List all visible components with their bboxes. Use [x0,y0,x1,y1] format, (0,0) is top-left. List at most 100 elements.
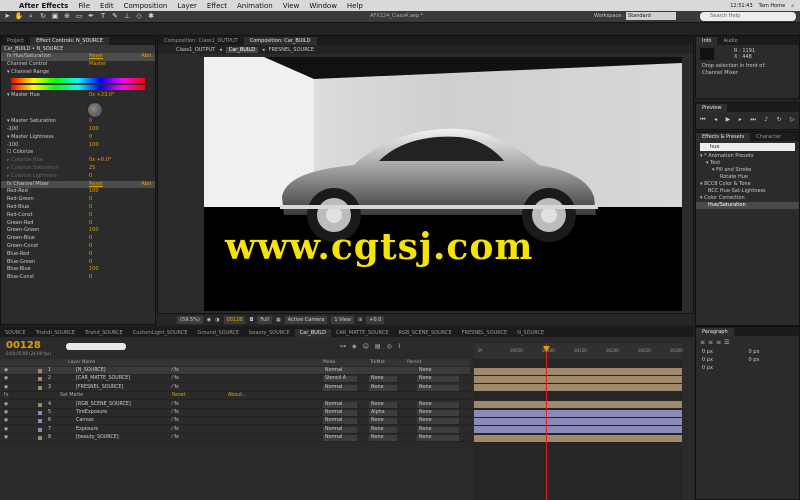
hue-dial[interactable] [87,102,103,119]
timeline-search-input[interactable] [66,343,126,350]
menu-effect[interactable]: Effect [202,2,232,10]
property-value[interactable]: 0 [89,220,92,228]
layer-name[interactable]: [beauty_SOURCE] [76,434,119,442]
property-value[interactable]: 0 [89,118,92,126]
timeline-tab[interactable]: SOURCE [0,329,31,337]
tab-effects-presets[interactable]: Effects & Presets [696,133,751,141]
layer-duration-bar[interactable] [474,426,682,434]
layer-row[interactable]: ◉ 3 [FRESNEL_SOURCE] ⁄ fx Normal None None [0,384,470,392]
playhead[interactable] [546,343,547,500]
property-value[interactable]: 100 [89,227,99,235]
timeline-tab[interactable]: Trishdi_SOURCE [31,329,80,337]
eye-icon[interactable]: ◉ [4,367,8,375]
layer-mode-select[interactable]: Normal [323,435,357,442]
menu-app-name[interactable]: After Effects [14,2,73,10]
property-value[interactable]: 0x +23.0° [89,92,115,100]
eye-icon[interactable]: ◉ [4,375,8,383]
draft-3d-icon[interactable]: ◈ [352,343,357,350]
layer-name[interactable]: [N_SOURCE] [76,367,106,375]
label-color-swatch[interactable] [38,369,42,373]
effect-property-row[interactable]: fx Channel Mixer Reset Abo [1,180,155,189]
reset-link[interactable]: Reset [172,392,185,400]
space-after-field[interactable]: 0 px [749,357,794,363]
property-value[interactable]: 100 [89,188,99,196]
eye-icon[interactable]: ◉ [4,384,8,392]
align-left-icon[interactable]: ≡ [700,339,705,346]
about-link[interactable]: About... [228,392,247,400]
effect-property-row[interactable]: -100 100 [1,142,155,150]
space-before-field[interactable]: 0 px [702,357,747,363]
timeline-tab[interactable]: Trishd_SOURCE [80,329,128,337]
property-value[interactable]: Master [89,61,106,69]
effects-tree-item[interactable]: ▾ Color Correction [696,195,799,202]
property-value[interactable]: 0 [89,274,92,282]
loop-icon[interactable]: ↻ [777,116,782,124]
tab-project[interactable]: Project [1,37,30,45]
view-layout-select[interactable]: 1 View [331,315,355,324]
eraser-tool-icon[interactable]: ◇ [134,12,144,21]
effects-tree-item[interactable]: BCC Hue-Sat-Lightness [696,188,799,195]
justify-icon[interactable]: ☰ [724,339,729,346]
property-value[interactable]: 0 [89,196,92,204]
label-color-swatch[interactable] [38,385,42,390]
workspace-select[interactable]: Standard [626,12,677,20]
layer-parent-select[interactable]: None [417,426,459,433]
layer-trkmat-select[interactable]: None [369,401,397,408]
tab-character[interactable]: Character [750,133,787,141]
selection-tool-icon[interactable]: ➤ [2,12,12,21]
layer-row[interactable]: ◉ 4 [RGB_SCENE_SOURCE] ⁄ fx Normal None None [0,401,470,409]
layer-name[interactable]: [RGB_SCENE_SOURCE] [76,401,131,409]
layer-mode-select[interactable]: Normal [323,401,357,408]
layer-trkmat-select[interactable]: None [369,426,397,433]
reset-link[interactable]: Reset [89,53,103,61]
effects-tree-item[interactable]: Rotate Hue [696,174,799,181]
effect-property-row[interactable]: Red-Green 0 [1,196,155,204]
effects-tree-item[interactable]: ▾ Fill and Stroke [696,167,799,174]
effect-property-row[interactable]: Green-Blue 0 [1,235,155,243]
layer-row[interactable]: ◉ 7 Exposure ⁄ fx Normal None None [0,426,470,434]
brush-tool-icon[interactable]: ✎ [110,12,120,21]
exposure-value[interactable]: +0.0 [366,315,385,324]
composition-viewer[interactable] [204,57,682,311]
layer-name[interactable]: TireExposure [76,409,107,417]
property-value[interactable]: 0x +0.0° [89,157,111,165]
label-color-swatch[interactable] [38,427,42,432]
layer-trkmat-select[interactable]: Alpha [369,410,397,416]
layer-duration-bar[interactable] [474,375,682,383]
layer-duration-bar[interactable] [474,401,682,409]
effect-property-row[interactable]: ▾ Master Lightness 0 [1,134,155,142]
effect-property-row[interactable]: Red-Red 100 [1,188,155,196]
layer-row[interactable]: ◉ 1 [N_SOURCE] ⁄ fx Normal None [0,367,470,375]
effects-search-input[interactable]: hue [700,143,795,151]
label-color-swatch[interactable] [38,411,42,415]
layer-duration-bar[interactable] [474,367,682,375]
tab-effect-controls[interactable]: Effect Controls: N_SOURCE [30,37,109,45]
effects-tree-item[interactable]: ▾ 8CC8 Color & Tone [696,181,799,188]
layer-parent-select[interactable]: None [417,368,459,374]
pen-tool-icon[interactable]: ✒ [86,12,96,21]
graph-editor-icon[interactable]: ⌇ [398,343,401,350]
puppet-tool-icon[interactable]: ✱ [146,12,156,21]
effect-property-row[interactable]: Blue-Blue 100 [1,266,155,274]
label-color-swatch[interactable] [38,436,42,441]
menu-help[interactable]: Help [342,2,368,10]
layer-switches[interactable]: ⁄ fx [172,401,179,409]
time-ruler[interactable]: 0f 00050 00100 00150 00200 00250 00300 [474,343,683,359]
frame-blend-icon[interactable]: ▤ [375,343,381,350]
layer-switches[interactable]: ⁄ fx [172,434,179,442]
layer-row[interactable]: ◉ 8 [beauty_SOURCE] ⁄ fx Normal None None [0,434,470,443]
channel-icon[interactable]: ◑ [215,317,219,323]
menu-file[interactable]: File [73,2,95,10]
layer-parent-select[interactable]: None [417,410,459,416]
search-help-input[interactable]: Search Help [700,12,796,21]
layer-switches[interactable]: ⁄ fx [172,375,179,383]
layer-trkmat-select[interactable]: None [369,376,397,383]
layer-row[interactable]: ◉ 6 Canvas ⁄ fx Normal None None [0,417,470,426]
menu-edit[interactable]: Edit [95,2,119,10]
audio-icon[interactable]: ♪ [764,116,768,124]
layer-switches[interactable]: ⁄ fx [172,426,179,434]
current-time-display[interactable]: 00128 [223,315,246,324]
timeline-tab[interactable]: Car_BUILD [294,329,331,337]
effect-property-row[interactable]: Blue-Const 0 [1,274,155,282]
layer-mode-select[interactable]: Normal [323,426,357,433]
